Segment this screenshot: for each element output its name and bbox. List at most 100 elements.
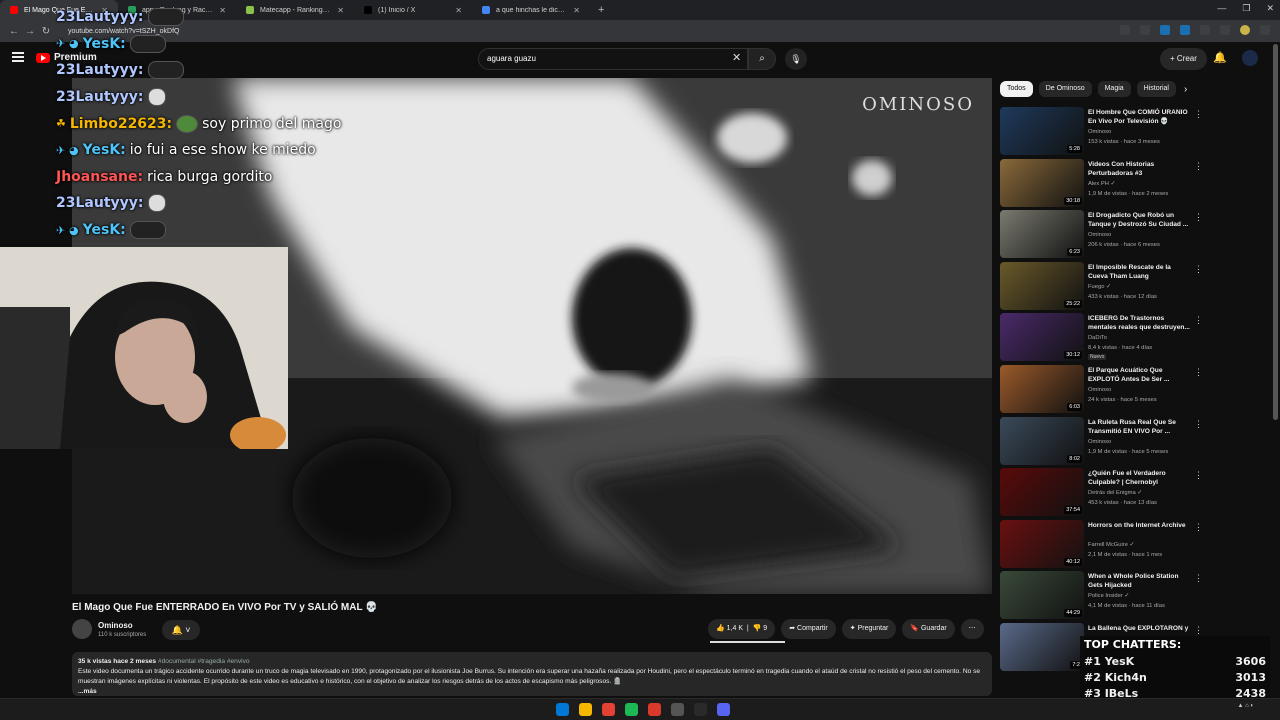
create-button[interactable]: + Crear — [1160, 48, 1207, 70]
recommended-title[interactable]: ¿Quién Fue el Verdadero Culpable? | Cher… — [1088, 469, 1192, 487]
video-thumbnail[interactable]: 25:22 — [1000, 261, 1084, 310]
maximize-icon[interactable]: ❐ — [1242, 3, 1250, 14]
tab-close-icon[interactable]: ✕ — [455, 6, 462, 15]
video-thumbnail[interactable]: 5:28 — [1000, 107, 1084, 155]
more-options-icon[interactable]: ⋮ — [1194, 109, 1203, 120]
download-icon[interactable] — [1220, 25, 1230, 35]
recommended-video[interactable]: 44:29 When a Whole Police Station Gets Hi… — [1000, 571, 1203, 620]
clear-search-icon[interactable]: ✕ — [732, 51, 741, 64]
video-thumbnail[interactable]: 30:18 — [1000, 158, 1084, 207]
taskbar-app-icon[interactable] — [579, 703, 592, 716]
video-thumbnail[interactable]: 44:29 — [1000, 571, 1084, 620]
channel-name[interactable]: Ominoso — [98, 621, 133, 630]
browser-tab[interactable]: a que hinchas le dicen los ping ✕ — [472, 0, 590, 20]
filter-chip[interactable]: Todos — [1000, 81, 1033, 97]
filter-chip[interactable]: Magia — [1097, 81, 1131, 97]
more-options-icon[interactable]: ⋮ — [1194, 315, 1203, 326]
reload-icon[interactable]: ↻ — [38, 26, 54, 37]
recommended-video[interactable]: 5:28 El Hombre Que COMIÓ URANIO En Vivo P… — [1000, 107, 1203, 155]
extensions-puzzle-icon[interactable] — [1200, 25, 1210, 35]
taskbar-app-icon[interactable] — [648, 703, 661, 716]
more-options-icon[interactable]: ⋮ — [1194, 161, 1203, 172]
forward-icon[interactable]: → — [22, 26, 38, 37]
recommended-channel[interactable]: Ominoso — [1088, 387, 1111, 393]
taskbar-app-icon[interactable] — [694, 703, 707, 716]
back-icon[interactable]: ← — [6, 26, 22, 37]
video-thumbnail[interactable]: 37:54 — [1000, 468, 1084, 517]
video-thumbnail[interactable]: 40:12 — [1000, 519, 1084, 568]
recommended-video[interactable]: 30:12 ICEBERG De Trastornos mentales real… — [1000, 313, 1203, 362]
recommended-title[interactable]: When a Whole Police Station Gets Hijacke… — [1088, 572, 1192, 590]
more-options-icon[interactable]: ⋮ — [1194, 367, 1203, 378]
search-button[interactable]: ⌕ — [748, 48, 776, 70]
filter-chip[interactable]: Historial — [1136, 81, 1176, 97]
video-description[interactable]: 35 k vistas hace 2 meses #documental #tr… — [72, 652, 992, 696]
recommended-title[interactable]: La Ballena Que EXPLOTARON y — [1088, 624, 1192, 633]
extension-icon[interactable] — [1180, 25, 1190, 35]
taskbar-app-icon[interactable] — [556, 703, 569, 716]
recommended-channel[interactable]: Ominoso — [1088, 232, 1111, 238]
recommended-channel[interactable]: Ominoso — [1088, 439, 1111, 445]
recommended-title[interactable]: Horrors on the Internet Archive — [1088, 521, 1192, 530]
recommended-video[interactable]: 8:02 La Ruleta Rusa Real Que Se Transmiti… — [1000, 416, 1203, 465]
page-scrollbar[interactable] — [1273, 44, 1278, 420]
more-options-icon[interactable]: ⋮ — [1194, 573, 1203, 584]
new-tab-button[interactable]: + — [590, 4, 612, 16]
ask-button[interactable]: ✦ Preguntar — [841, 619, 897, 639]
taskbar-app-icon[interactable] — [602, 703, 615, 716]
notifications-bell-icon[interactable]: 🔔 — [1213, 51, 1227, 64]
recommended-title[interactable]: El Imposible Rescate de la Cueva Tham Lu… — [1088, 263, 1192, 281]
bookmark-star-icon[interactable] — [1140, 25, 1150, 35]
video-thumbnail[interactable]: 6:03 — [1000, 365, 1084, 413]
share-button[interactable]: ➦ Compartir — [781, 619, 836, 639]
search-input[interactable]: aguara guazu — [478, 48, 748, 70]
menu-hamburger-icon[interactable] — [12, 52, 24, 62]
recommended-video[interactable]: 37:54 ¿Quién Fue el Verdadero Culpable? |… — [1000, 468, 1203, 517]
recommended-title[interactable]: Videos Con Historias Perturbadoras #3 — [1088, 160, 1192, 178]
taskbar-app-icon[interactable] — [671, 703, 684, 716]
channel-avatar[interactable] — [72, 619, 92, 639]
taskbar-app-icon[interactable] — [717, 703, 730, 716]
recommended-title[interactable]: ICEBERG De Trastornos mentales reales qu… — [1088, 314, 1192, 332]
more-options-icon[interactable]: ⋮ — [1194, 625, 1203, 636]
taskbar-app-icon[interactable] — [625, 703, 638, 716]
recommended-video[interactable]: 6:03 El Parque Acuático Que EXPLOTÓ Antes… — [1000, 365, 1203, 413]
more-options-icon[interactable]: ⋮ — [1194, 264, 1203, 275]
video-thumbnail[interactable]: 7:2 — [1000, 623, 1084, 671]
recommended-channel[interactable]: Alex PH ✓ — [1088, 181, 1115, 187]
recommended-video[interactable]: 6:23 El Drogadicto Que Robó un Tanque y D… — [1000, 210, 1203, 259]
recommended-video[interactable]: 40:12 Horrors on the Internet Archive Farr… — [1000, 519, 1203, 568]
recommended-video[interactable]: 30:18 Videos Con Historias Perturbadoras … — [1000, 158, 1203, 207]
save-button[interactable]: 🔖 Guardar — [902, 619, 955, 639]
recommended-title[interactable]: El Hombre Que COMIÓ URANIO En Vivo Por T… — [1088, 108, 1192, 126]
video-thumbnail[interactable]: 6:23 — [1000, 210, 1084, 259]
filter-chip[interactable]: De Ominoso — [1038, 81, 1092, 97]
video-thumbnail[interactable]: 30:12 — [1000, 313, 1084, 362]
install-icon[interactable] — [1120, 25, 1130, 35]
video-thumbnail[interactable]: 8:02 — [1000, 416, 1084, 465]
recommended-title[interactable]: El Parque Acuático Que EXPLOTÓ Antes De … — [1088, 366, 1192, 384]
tab-close-icon[interactable]: ✕ — [573, 6, 580, 15]
more-actions-button[interactable]: ⋯ — [960, 619, 984, 639]
chevron-right-icon[interactable]: › — [1184, 84, 1187, 95]
recommended-channel[interactable]: Detrás del Enigma ✓ — [1088, 490, 1142, 496]
recommended-title[interactable]: La Ruleta Rusa Real Que Se Transmitió EN… — [1088, 418, 1192, 436]
voice-search-button[interactable]: 🎙 — [785, 48, 807, 70]
close-window-icon[interactable]: ✕ — [1266, 3, 1274, 14]
more-options-icon[interactable]: ⋮ — [1194, 522, 1203, 533]
recommended-video[interactable]: 25:22 El Imposible Rescate de la Cueva Th… — [1000, 261, 1203, 310]
recommended-channel[interactable]: DaDiTo — [1088, 335, 1107, 341]
show-more-link[interactable]: ...más — [78, 688, 97, 695]
account-avatar[interactable] — [1242, 50, 1258, 66]
more-options-icon[interactable]: ⋮ — [1194, 212, 1203, 223]
recommended-channel[interactable]: Fuego ✓ — [1088, 284, 1111, 290]
recommended-channel[interactable]: Police Insider ✓ — [1088, 593, 1129, 599]
subscription-bell-button[interactable]: 🔔 ˅ — [162, 620, 200, 640]
recommended-channel[interactable]: Ominoso — [1088, 129, 1111, 135]
browser-tab[interactable]: (1) Inicio / X ✕ — [354, 0, 472, 20]
minimize-icon[interactable]: — — [1217, 3, 1226, 14]
extension-icon[interactable] — [1160, 25, 1170, 35]
description-hashtags[interactable]: #documental #tragedia #envivo — [158, 658, 250, 665]
menu-dots-icon[interactable] — [1260, 25, 1270, 35]
recommended-channel[interactable]: Farrell McGuire ✓ — [1088, 542, 1134, 548]
